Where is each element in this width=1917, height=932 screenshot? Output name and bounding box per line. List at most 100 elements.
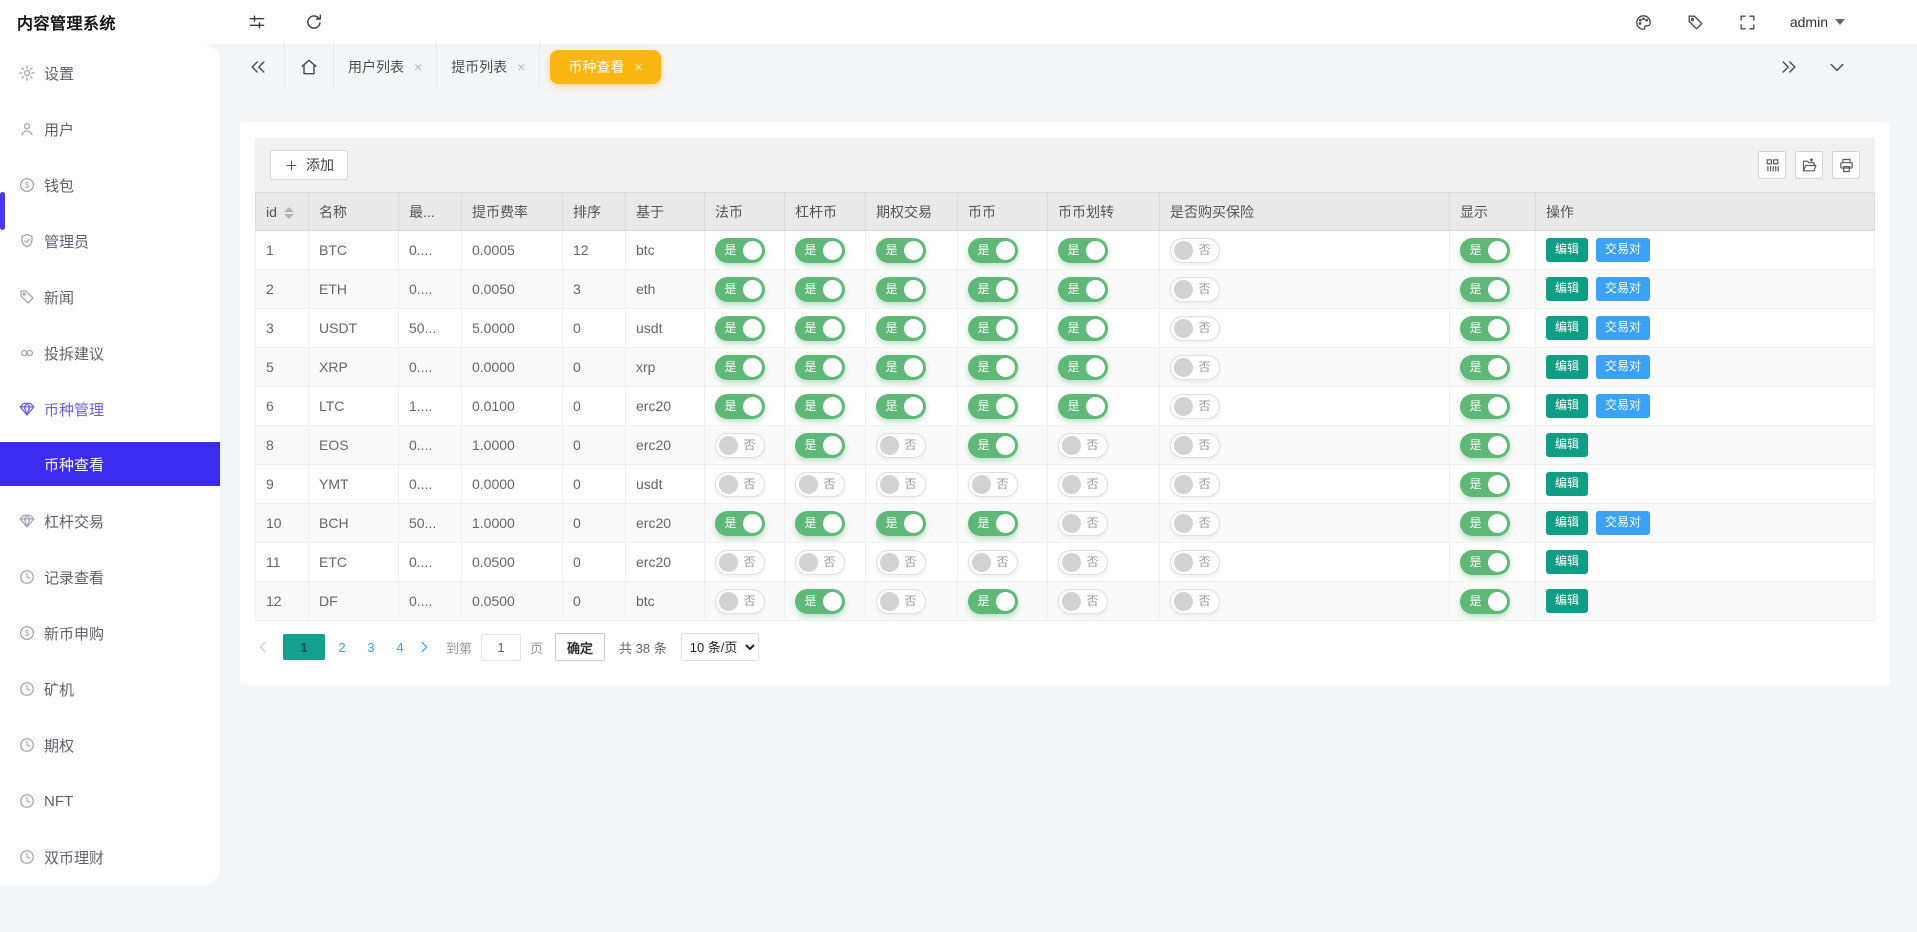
current-page[interactable]: 1 (283, 634, 325, 660)
sidebar-item-leverage[interactable]: 杠杆交易 (0, 498, 220, 544)
toggle-coin[interactable]: 是 (968, 511, 1018, 536)
toggle-lever[interactable]: 是 (795, 316, 845, 341)
page-link-4[interactable]: 4 (387, 634, 413, 660)
toggle-coin[interactable]: 是 (968, 433, 1018, 458)
toggle-fiat[interactable]: 否 (715, 433, 765, 458)
edit-button[interactable]: 编辑 (1546, 472, 1588, 495)
toggle-option[interactable]: 是 (876, 511, 926, 536)
toggle-insurance[interactable]: 否 (1170, 472, 1220, 497)
pairs-button[interactable]: 交易对 (1596, 355, 1650, 378)
toggle-coin[interactable]: 是 (968, 277, 1018, 302)
toggle-lever[interactable]: 是 (795, 277, 845, 302)
double-chevron-left-icon[interactable] (248, 57, 268, 77)
toggle-lever[interactable]: 是 (795, 238, 845, 263)
toggle-fiat[interactable]: 否 (715, 589, 765, 614)
print-button[interactable] (1832, 151, 1860, 179)
toggle-option[interactable]: 是 (876, 394, 926, 419)
toggle-option[interactable]: 否 (876, 433, 926, 458)
tag-icon[interactable] (1686, 13, 1705, 32)
toggle-insurance[interactable]: 否 (1170, 589, 1220, 614)
double-chevron-right-icon[interactable] (1779, 57, 1799, 77)
toggle-show[interactable]: 是 (1460, 277, 1510, 302)
toggle-fiat[interactable]: 是 (715, 394, 765, 419)
toggle-coin[interactable]: 是 (968, 316, 1018, 341)
toggle-coin[interactable]: 否 (968, 550, 1018, 575)
toggle-show[interactable]: 是 (1460, 433, 1510, 458)
close-tab-icon[interactable]: × (634, 60, 642, 74)
toggle-show[interactable]: 是 (1460, 511, 1510, 536)
pairs-button[interactable]: 交易对 (1596, 316, 1650, 339)
layout-settings-icon[interactable] (247, 12, 267, 32)
toggle-insurance[interactable]: 否 (1170, 238, 1220, 263)
user-menu[interactable]: admin (1790, 14, 1845, 30)
toggle-show[interactable]: 是 (1460, 550, 1510, 575)
home-tab[interactable] (285, 44, 334, 90)
toggle-coin[interactable]: 是 (968, 589, 1018, 614)
toggle-insurance[interactable]: 否 (1170, 511, 1220, 536)
tabs-menu-chevron-down-icon[interactable] (1827, 57, 1847, 77)
sidebar-item-miner[interactable]: 矿机 (0, 666, 220, 712)
toggle-fiat[interactable]: 是 (715, 238, 765, 263)
toggle-transfer[interactable]: 是 (1058, 355, 1108, 380)
close-tab-icon[interactable]: × (414, 60, 422, 74)
toggle-lever[interactable]: 否 (795, 472, 845, 497)
page-link-3[interactable]: 3 (358, 634, 384, 660)
toggle-coin[interactable]: 是 (968, 238, 1018, 263)
toggle-insurance[interactable]: 否 (1170, 394, 1220, 419)
toggle-lever[interactable]: 是 (795, 433, 845, 458)
add-button[interactable]: 添加 (270, 150, 348, 180)
sidebar-item-admins[interactable]: 管理员 (0, 218, 220, 264)
tab-user-list[interactable]: 用户列表× (334, 44, 437, 90)
filter-columns-button[interactable] (1758, 151, 1786, 179)
goto-page-input[interactable] (481, 634, 521, 661)
toggle-fiat[interactable]: 是 (715, 511, 765, 536)
toggle-show[interactable]: 是 (1460, 472, 1510, 497)
toggle-transfer[interactable]: 否 (1058, 433, 1108, 458)
sidebar-item-records[interactable]: 记录查看 (0, 554, 220, 600)
sidebar-item-settings[interactable]: 设置 (0, 50, 220, 96)
toggle-option[interactable]: 否 (876, 589, 926, 614)
next-page-icon[interactable] (416, 639, 432, 655)
toggle-fiat[interactable]: 是 (715, 277, 765, 302)
edit-button[interactable]: 编辑 (1546, 394, 1588, 417)
sidebar-item-news[interactable]: 新闻 (0, 274, 220, 320)
pairs-button[interactable]: 交易对 (1596, 394, 1650, 417)
edit-button[interactable]: 编辑 (1546, 277, 1588, 300)
sidebar-item-wallet[interactable]: $钱包 (0, 162, 220, 208)
toggle-transfer[interactable]: 是 (1058, 316, 1108, 341)
toggle-fiat[interactable]: 否 (715, 550, 765, 575)
toggle-fiat[interactable]: 否 (715, 472, 765, 497)
edit-button[interactable]: 编辑 (1546, 316, 1588, 339)
close-tab-icon[interactable]: × (517, 60, 525, 74)
sidebar-item-options[interactable]: 期权 (0, 722, 220, 768)
page-size-select[interactable]: 10 条/页 (681, 633, 759, 661)
sidebar-item-coin-manage[interactable]: 币种管理 (0, 386, 220, 432)
refresh-icon[interactable] (304, 12, 324, 32)
sidebar-item-new-coin[interactable]: $新币申购 (0, 610, 220, 656)
toggle-lever[interactable]: 是 (795, 511, 845, 536)
toggle-option[interactable]: 是 (876, 355, 926, 380)
pairs-button[interactable]: 交易对 (1596, 277, 1650, 300)
toggle-option[interactable]: 是 (876, 277, 926, 302)
toggle-insurance[interactable]: 否 (1170, 550, 1220, 575)
fullscreen-icon[interactable] (1738, 13, 1757, 32)
toggle-show[interactable]: 是 (1460, 355, 1510, 380)
sidebar-item-nft[interactable]: NFT (0, 778, 220, 824)
toggle-show[interactable]: 是 (1460, 394, 1510, 419)
toggle-transfer[interactable]: 否 (1058, 550, 1108, 575)
tab-coin-view[interactable]: 币种查看× (550, 50, 660, 84)
edit-button[interactable]: 编辑 (1546, 589, 1588, 612)
sidebar-item-dual-finance[interactable]: 双币理财 (0, 834, 220, 880)
toggle-fiat[interactable]: 是 (715, 316, 765, 341)
tab-withdraw-list[interactable]: 提币列表× (437, 44, 540, 90)
toggle-lever[interactable]: 否 (795, 550, 845, 575)
toggle-transfer[interactable]: 否 (1058, 511, 1108, 536)
toggle-coin[interactable]: 是 (968, 394, 1018, 419)
confirm-page-button[interactable]: 确定 (555, 633, 605, 661)
pairs-button[interactable]: 交易对 (1596, 238, 1650, 261)
theme-palette-icon[interactable] (1634, 13, 1653, 32)
toggle-coin[interactable]: 否 (968, 472, 1018, 497)
toggle-insurance[interactable]: 否 (1170, 316, 1220, 341)
sidebar-item-users[interactable]: 用户 (0, 106, 220, 152)
toggle-insurance[interactable]: 否 (1170, 277, 1220, 302)
